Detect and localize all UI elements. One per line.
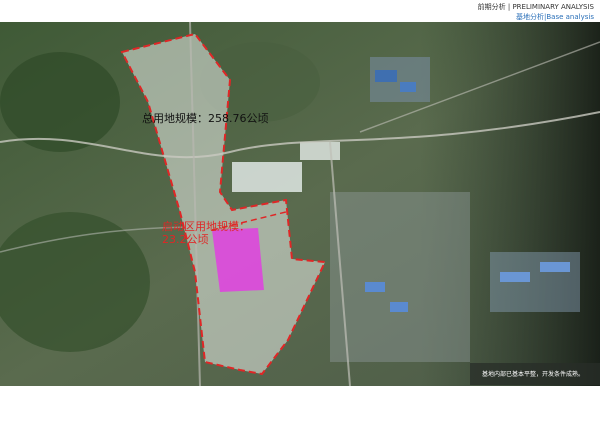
building: [540, 262, 570, 272]
page: 前期分析 | PRELIMINARY ANALYSIS 基地分析|Base an…: [0, 0, 600, 424]
header: 前期分析 | PRELIMINARY ANALYSIS 基地分析|Base an…: [478, 0, 594, 22]
site-note: 基地内部已基本平整，开发条件成熟。: [470, 363, 600, 385]
building: [300, 142, 340, 160]
footer: [0, 386, 600, 424]
industrial-zone: [330, 192, 470, 362]
building: [400, 82, 416, 92]
site-note-text: 基地内部已基本平整，开发条件成熟。: [482, 371, 585, 378]
start-area-label: 启动区用地规模： 23.2公顷: [162, 220, 250, 246]
start-area-label-line2: 23.2公顷: [162, 233, 209, 246]
map-canvas: [0, 22, 600, 386]
building: [500, 272, 530, 282]
building: [365, 282, 385, 292]
forest-area: [0, 52, 120, 152]
building: [232, 162, 302, 192]
satellite-map: [0, 22, 600, 386]
total-area-label: 总用地规模：258.76公顷: [142, 112, 269, 125]
section-subtitle: 基地分析|Base analysis: [516, 13, 594, 21]
page-title: 前期分析 | PRELIMINARY ANALYSIS: [477, 3, 594, 11]
building: [375, 70, 397, 82]
start-area-label-line1: 启动区用地规模：: [162, 220, 250, 233]
building: [390, 302, 408, 312]
